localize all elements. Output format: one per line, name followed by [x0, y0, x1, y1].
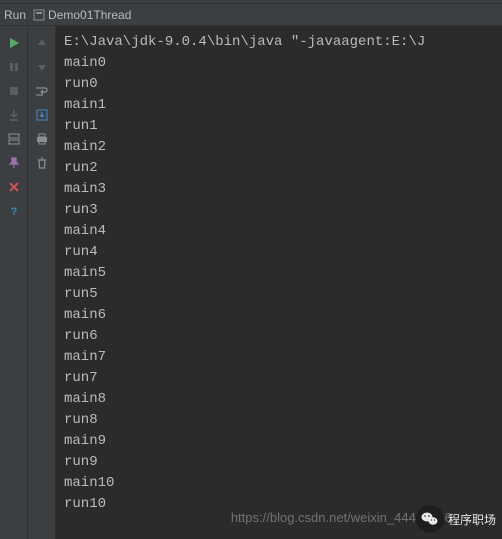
close-button[interactable] — [3, 176, 25, 198]
run-tool-header: Run Demo01Thread — [0, 4, 502, 26]
svg-text:?: ? — [10, 206, 17, 217]
command-line: E:\Java\jdk-9.0.4\bin\java "-javaagent:E… — [64, 34, 425, 50]
down-button[interactable] — [31, 56, 53, 78]
stop-button[interactable] — [3, 80, 25, 102]
run-label: Run — [4, 8, 26, 22]
clear-button[interactable] — [31, 152, 53, 174]
layout-button[interactable] — [3, 128, 25, 150]
print-button[interactable] — [31, 128, 53, 150]
up-button[interactable] — [31, 32, 53, 54]
dump-button[interactable] — [3, 104, 25, 126]
wechat-badge: 程序职场 — [416, 505, 496, 533]
console-output[interactable]: E:\Java\jdk-9.0.4\bin\java "-javaagent:E… — [56, 26, 502, 539]
run-button[interactable] — [3, 32, 25, 54]
run-config-icon — [32, 8, 46, 22]
run-config-name: Demo01Thread — [48, 8, 131, 22]
console-toolbar — [28, 26, 56, 539]
wechat-label: 程序职场 — [448, 511, 496, 528]
output-lines: main0 run0 main1 run1 main2 run2 main3 r… — [64, 55, 114, 512]
help-button[interactable]: ? — [3, 200, 25, 222]
pause-button[interactable] — [3, 56, 25, 78]
wechat-icon — [416, 505, 444, 533]
soft-wrap-button[interactable] — [31, 80, 53, 102]
pin-button[interactable] — [3, 152, 25, 174]
run-tool-window: ? E:\Java\jdk-9.0.4\bin\java "-javaagent… — [0, 26, 502, 539]
scroll-to-end-button[interactable] — [31, 104, 53, 126]
left-toolbar: ? — [0, 26, 28, 539]
